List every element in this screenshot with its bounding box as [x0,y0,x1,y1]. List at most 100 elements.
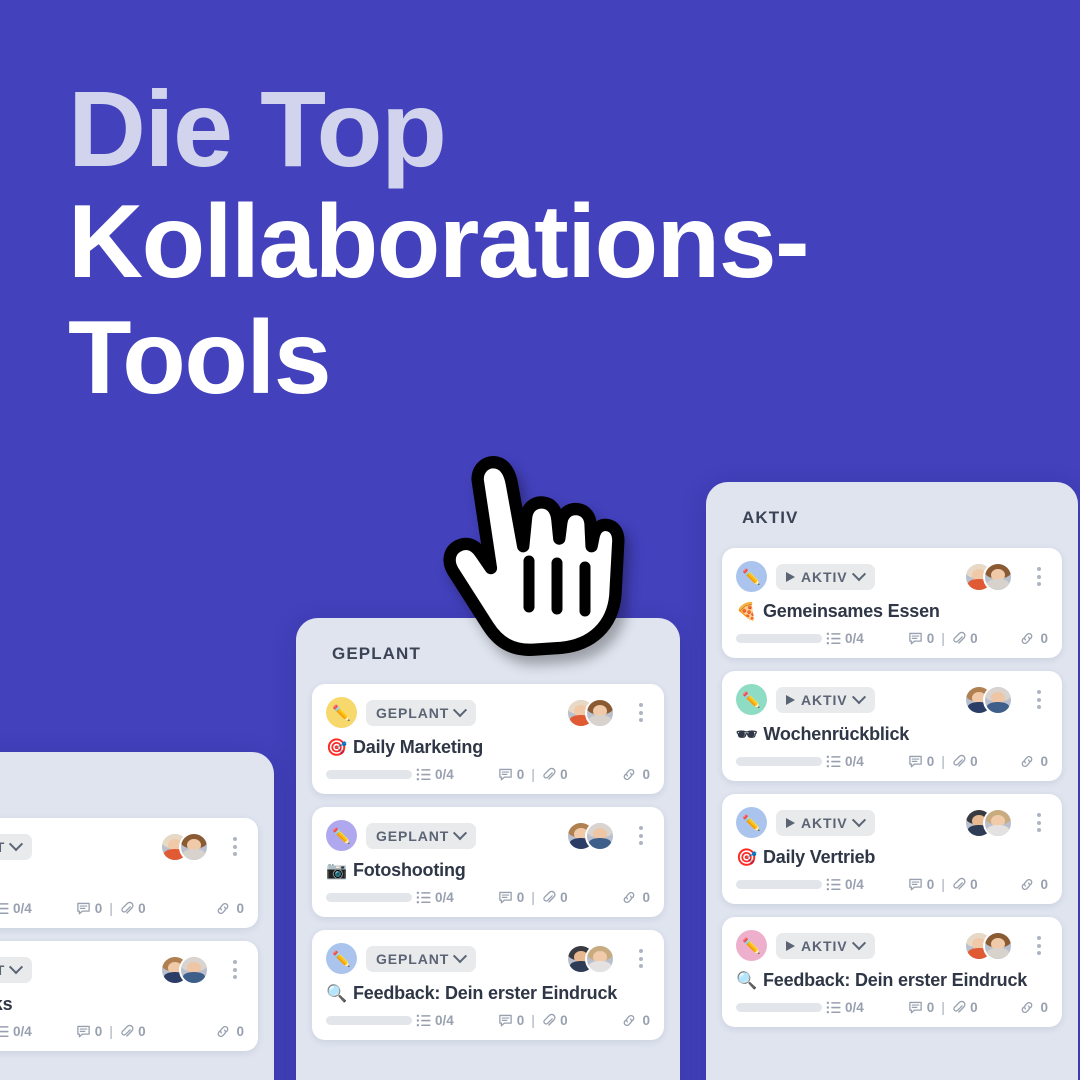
more-options-icon[interactable] [632,703,650,722]
comment-count[interactable]: 0 [498,1013,524,1028]
attachment-count[interactable]: 0 [542,767,568,782]
pencil-icon[interactable]: ✏️ [326,943,357,974]
status-dropdown[interactable]: GEPLANT [366,945,477,972]
task-card[interactable]: ✏️ AKTIV 🎯 Daily Vertrieb 0/4 0 | 0 0 [722,794,1062,904]
status-dropdown[interactable]: GEPLANT [366,822,477,849]
avatar[interactable] [983,930,1013,961]
more-options-icon[interactable] [632,949,650,968]
avatar[interactable] [983,561,1013,592]
link-count[interactable]: 0 [1019,1000,1048,1015]
attachment-value: 0 [970,754,978,769]
checklist-value: 0/4 [13,901,32,916]
status-label: GEPLANT [376,827,450,844]
card-header: ✏️ GEPLANT [326,943,650,974]
attachment-value: 0 [138,1024,146,1039]
card-title: 🔍 Feedback: Dein erster Eindruck [736,970,1048,991]
column-card-list: ✏️ AKTIV 🍕 Gemeinsames Essen 0/4 0 | 0 0 ✏️ AKTIV 🕶… [722,548,1062,1027]
checklist-icon [826,1000,841,1015]
link-count[interactable]: 0 [1019,631,1048,646]
assignee-avatars[interactable] [964,930,1013,961]
status-dropdown[interactable]: AKTIV [776,932,875,959]
more-options-icon[interactable] [226,960,244,979]
status-dropdown[interactable]: GEPLANT [366,699,477,726]
assignee-avatars[interactable] [566,697,615,728]
pencil-icon[interactable]: ✏️ [326,697,357,728]
avatar[interactable] [179,831,209,862]
attachment-count[interactable]: 0 [120,901,146,916]
more-options-icon[interactable] [226,837,244,856]
comment-count[interactable]: 0 [908,754,934,769]
attachment-count[interactable]: 0 [952,631,978,646]
assignee-avatars[interactable] [566,820,615,851]
task-card[interactable]: ✏️ AKTIV 🔍 Feedback: Dein erster Eindruck 0/… [722,917,1062,1027]
status-dropdown[interactable]: PLANT [0,833,33,860]
comment-count[interactable]: 0 [908,877,934,892]
link-count[interactable]: 0 [621,890,650,905]
pencil-icon[interactable]: ✏️ [326,820,357,851]
attachment-count[interactable]: 0 [952,877,978,892]
assignee-avatars[interactable] [566,943,615,974]
comment-icon [908,631,923,646]
more-options-icon[interactable] [632,826,650,845]
comment-icon [908,877,923,892]
pencil-icon[interactable]: ✏️ [736,561,767,592]
paperclip-icon [952,754,966,769]
task-card[interactable]: ✏️ AKTIV 🍕 Gemeinsames Essen 0/4 0 | 0 0 [722,548,1062,658]
comment-count[interactable]: 0 [76,901,102,916]
link-count[interactable]: 0 [1019,877,1048,892]
link-count[interactable]: 0 [215,901,244,916]
attachment-count[interactable]: 0 [120,1024,146,1039]
progress-bar [736,880,822,889]
board-column-aktiv[interactable]: AKTIV ✏️ AKTIV 🍕 Gemeinsames Essen 0/4 0 | 0 0 ✏️… [706,482,1078,1080]
attachment-count[interactable]: 0 [542,1013,568,1028]
more-options-icon[interactable] [1030,936,1048,955]
column-card-list: ✏️PLANTTeam!0/40|00✏️PLANTtigsten Links0… [0,818,258,1051]
more-options-icon[interactable] [1030,567,1048,586]
comment-count[interactable]: 0 [908,631,934,646]
pencil-icon[interactable]: ✏️ [736,807,767,838]
task-card[interactable]: ✏️ GEPLANT 🎯 Daily Marketing 0/4 0 | 0 0 [312,684,664,794]
task-card[interactable]: ✏️ GEPLANT 📷 Fotoshooting 0/4 0 | 0 0 [312,807,664,917]
avatar[interactable] [585,697,615,728]
card-title: 🍕 Gemeinsames Essen [736,601,1048,622]
pencil-icon[interactable]: ✏️ [736,930,767,961]
board-column-left[interactable]: GEPLANT ✏️PLANTTeam!0/40|00✏️PLANTtigste… [0,752,274,1080]
pencil-icon[interactable]: ✏️ [736,684,767,715]
assignee-avatars[interactable] [160,954,209,985]
avatar[interactable] [585,820,615,851]
task-card[interactable]: ✏️ GEPLANT 🔍 Feedback: Dein erster Eindruck… [312,930,664,1040]
attachment-count[interactable]: 0 [952,1000,978,1015]
status-label: GEPLANT [376,950,450,967]
comment-icon [908,754,923,769]
chevron-down-icon [453,948,468,963]
board-column-geplant[interactable]: GEPLANT ✏️ GEPLANT 🎯 Daily Marketing 0/4 0 | 0 0… [296,618,680,1080]
avatar[interactable] [585,943,615,974]
link-count[interactable]: 0 [215,1024,244,1039]
task-card[interactable]: ✏️ AKTIV 🕶 Wochenrückblick 0/4 0 | 0 0 [722,671,1062,781]
status-dropdown[interactable]: PLANT [0,956,33,983]
assignee-avatars[interactable] [964,684,1013,715]
attachment-count[interactable]: 0 [952,754,978,769]
attachment-count[interactable]: 0 [542,890,568,905]
comment-count[interactable]: 0 [76,1024,102,1039]
assignee-avatars[interactable] [964,561,1013,592]
comment-count[interactable]: 0 [498,767,524,782]
assignee-avatars[interactable] [964,807,1013,838]
comment-count[interactable]: 0 [498,890,524,905]
task-card[interactable]: ✏️PLANT Team! 0/4 0 | 0 0 [0,818,258,928]
status-dropdown[interactable]: AKTIV [776,809,875,836]
card-meta-row: 0/4 0 | 0 0 [736,631,1048,646]
assignee-avatars[interactable] [160,831,209,862]
link-count[interactable]: 0 [621,767,650,782]
task-card[interactable]: ✏️PLANT tigsten Links0/4 0 | 0 0 [0,941,258,1051]
status-dropdown[interactable]: AKTIV [776,686,875,713]
avatar[interactable] [179,954,209,985]
comment-count[interactable]: 0 [908,1000,934,1015]
status-dropdown[interactable]: AKTIV [776,563,875,590]
link-count[interactable]: 0 [1019,754,1048,769]
avatar[interactable] [983,807,1013,838]
more-options-icon[interactable] [1030,690,1048,709]
avatar[interactable] [983,684,1013,715]
link-count[interactable]: 0 [621,1013,650,1028]
more-options-icon[interactable] [1030,813,1048,832]
